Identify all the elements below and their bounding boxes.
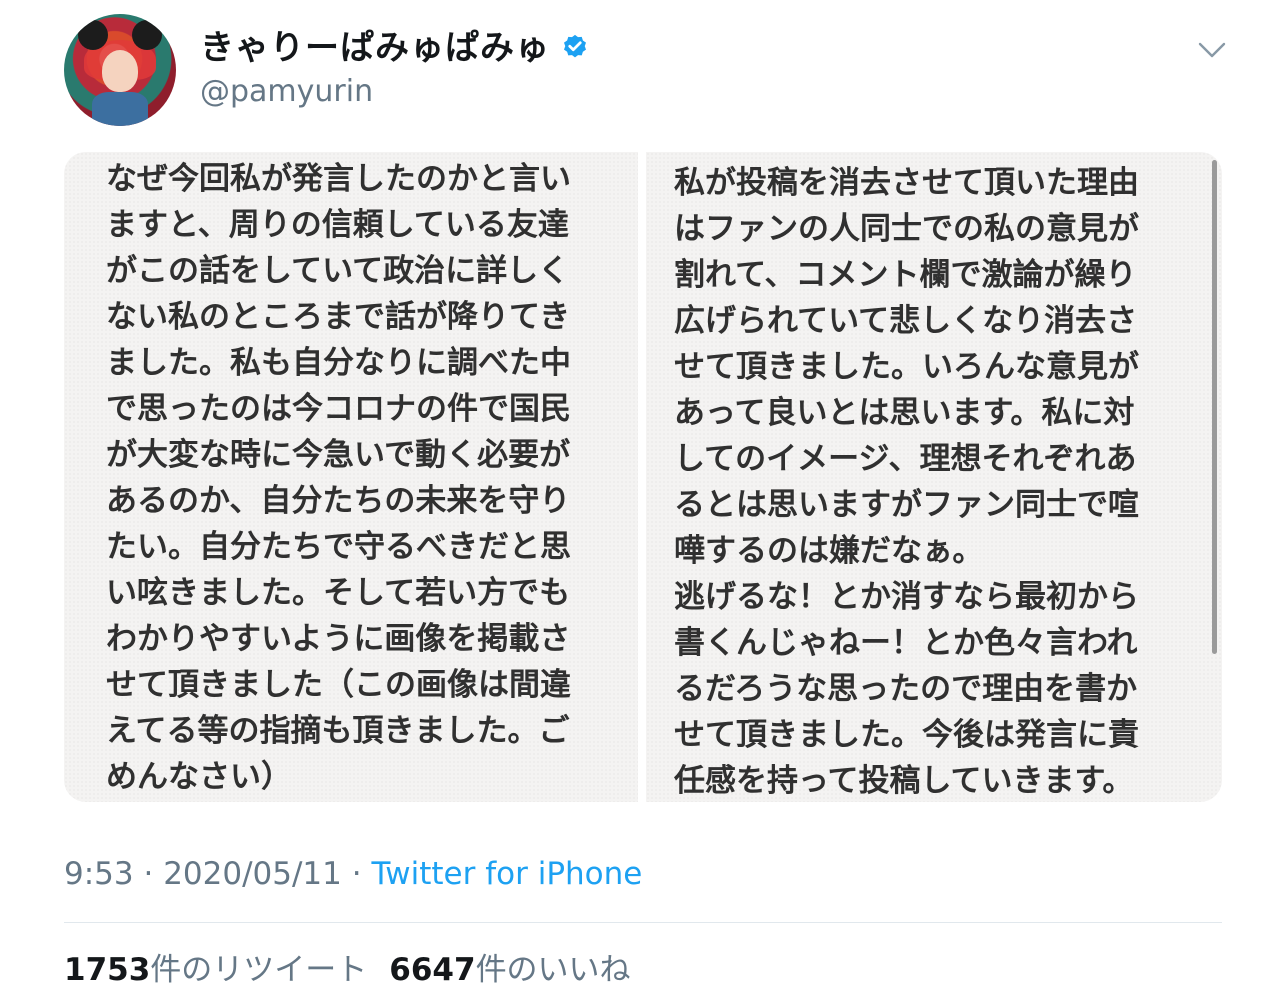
- image-text-left: なぜ今回私が発言したのかと言い ますと、周りの信頼している友達 がこの話をしてい…: [106, 161, 571, 795]
- avatar-ear-right: [132, 20, 162, 50]
- meta-separator: ·: [143, 856, 154, 892]
- retweet-stat[interactable]: 1753件のリツイート: [64, 952, 367, 988]
- tweet-meta: 9:53 · 2020/05/11 · Twitter for iPhone: [64, 852, 642, 896]
- tweet-time[interactable]: 9:53: [64, 856, 134, 892]
- like-count: 6647: [389, 952, 476, 988]
- image-text-right: 私が投稿を消去させて頂いた理由 はファンの人同士での私の意見が 割れて、コメント…: [674, 165, 1139, 799]
- avatar-ear-left: [78, 20, 108, 50]
- tweet-source-link[interactable]: Twitter for iPhone: [371, 856, 642, 892]
- user-handle[interactable]: @pamyurin: [200, 72, 373, 112]
- verified-badge-icon: [564, 34, 586, 58]
- tweet-image-left[interactable]: なぜ今回私が発言したのかと言い ますと、周りの信頼している友達 がこの話をしてい…: [64, 152, 638, 802]
- tweet-stats: 1753件のリツイート 6647件のいいね: [64, 948, 631, 990]
- retweet-label: 件のリツイート: [150, 952, 368, 988]
- tweet-image-right[interactable]: 私が投稿を消去させて頂いた理由 はファンの人同士での私の意見が 割れて、コメント…: [646, 152, 1222, 802]
- retweet-count: 1753: [64, 952, 151, 988]
- avatar[interactable]: [64, 14, 176, 126]
- tweet-date[interactable]: 2020/05/11: [163, 856, 342, 892]
- avatar-face: [102, 50, 138, 92]
- avatar-dress: [92, 92, 148, 126]
- display-name-row[interactable]: きゃりーぱみゅぱみゅ: [200, 26, 590, 70]
- chevron-down-icon[interactable]: [1196, 36, 1228, 64]
- image-scrollbar: [1212, 160, 1217, 654]
- display-name[interactable]: きゃりーぱみゅぱみゅ: [200, 26, 550, 70]
- divider: [64, 922, 1222, 923]
- like-label: 件のいいね: [475, 952, 631, 988]
- like-stat[interactable]: 6647件のいいね: [389, 952, 630, 988]
- tweet-detail: きゃりーぱみゅぱみゅ @pamyurin なぜ今回私が発言したのかと言い ますと…: [0, 0, 1264, 990]
- meta-separator-2: ·: [351, 856, 362, 892]
